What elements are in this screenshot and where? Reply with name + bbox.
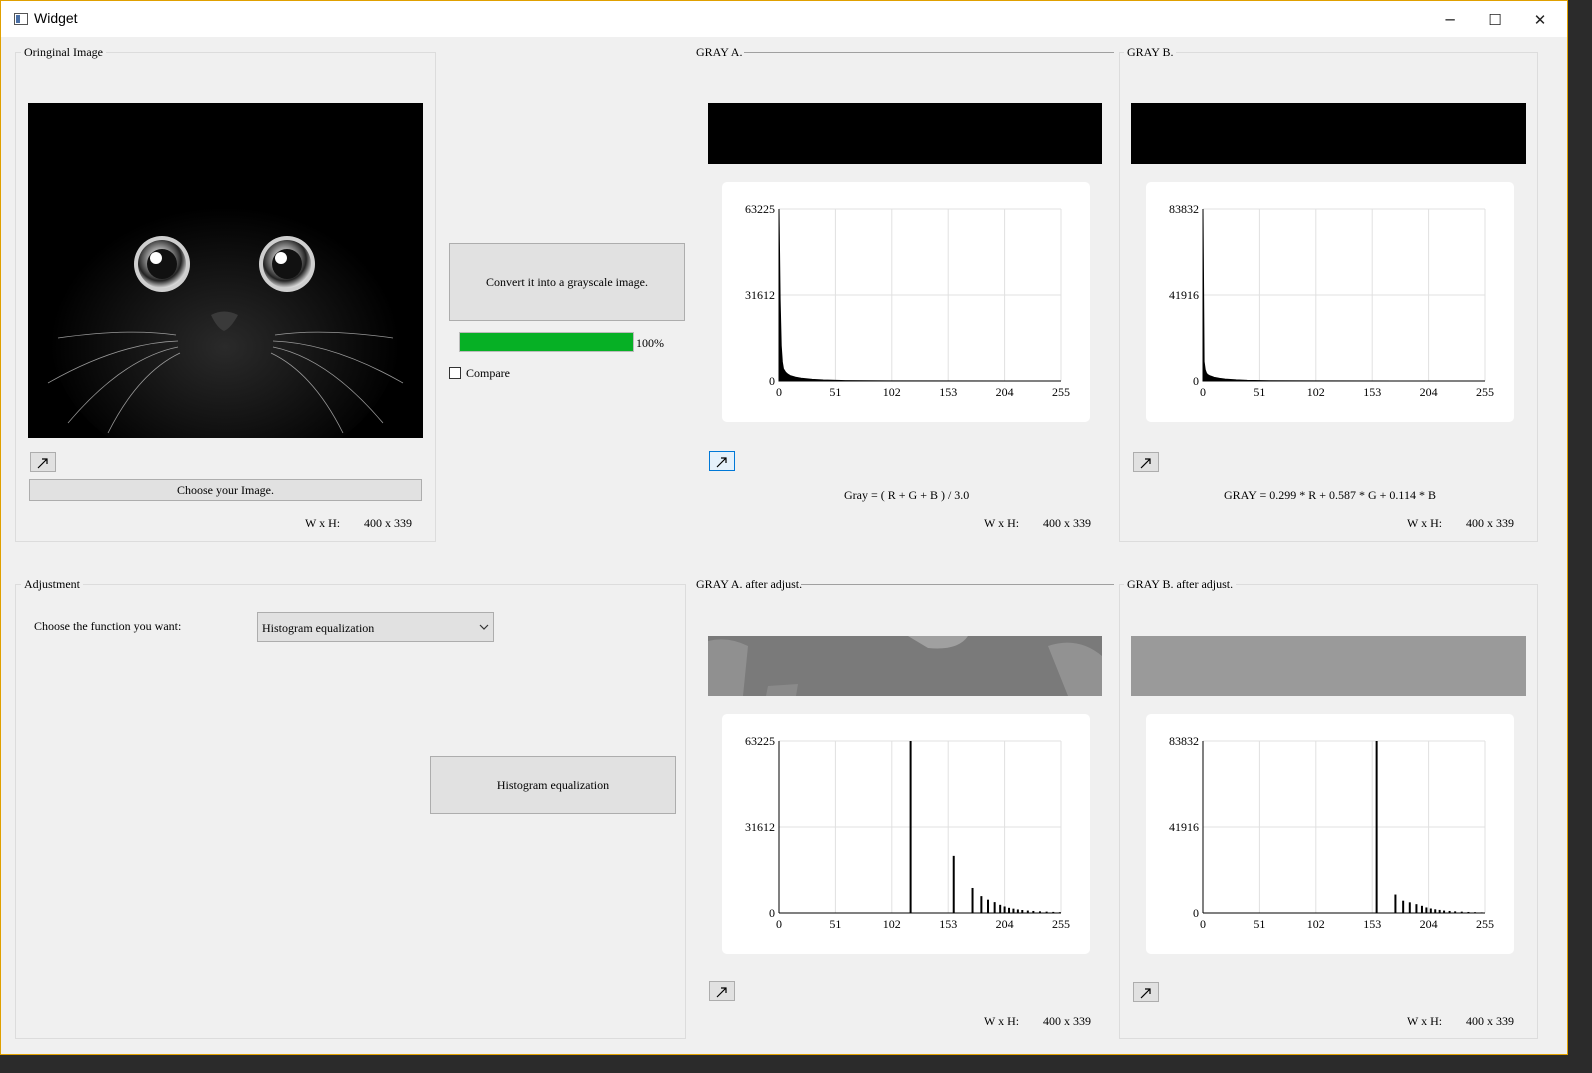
cat-image — [28, 103, 423, 473]
x-tick-label: 0 — [776, 385, 782, 399]
expand-arrow-icon — [1140, 988, 1151, 999]
y-tick-label: 63225 — [745, 734, 775, 748]
close-button[interactable]: ✕ — [1528, 9, 1552, 31]
expand-gray-a-button[interactable] — [709, 451, 735, 471]
expand-arrow-icon — [37, 458, 48, 469]
x-tick-label: 0 — [1200, 385, 1206, 399]
gray-a-adj-image — [708, 636, 1102, 696]
function-select-value: Histogram equalization — [262, 621, 375, 635]
gray-b-adj-group-title: GRAY B. after adjust. — [1124, 577, 1237, 591]
gray-a-adj-texture — [708, 636, 1102, 696]
compare-checkbox[interactable] — [449, 367, 461, 379]
gray-b-adj-wh-value: 400 x 339 — [1466, 1014, 1514, 1028]
x-tick-label: 204 — [996, 385, 1014, 399]
gray-b-image — [1131, 103, 1526, 164]
x-tick-label: 255 — [1052, 385, 1070, 399]
chevron-down-icon — [479, 624, 489, 630]
main-window: Widget ─ ☐ ✕ Oringinal Image Choose your… — [0, 0, 1568, 1055]
y-tick-label: 83832 — [1169, 734, 1199, 748]
compare-label: Compare — [466, 366, 510, 380]
x-tick-label: 204 — [1420, 917, 1438, 931]
gray-a-wh-value: 400 x 339 — [1043, 516, 1091, 530]
y-tick-label: 31612 — [745, 820, 775, 834]
maximize-button[interactable]: ☐ — [1483, 9, 1507, 31]
y-tick-label: 41916 — [1169, 288, 1199, 302]
x-tick-label: 255 — [1052, 917, 1070, 931]
gray-b-adj-image — [1131, 636, 1526, 696]
y-tick-label: 0 — [1193, 906, 1199, 920]
x-tick-label: 51 — [829, 917, 841, 931]
original-wh-label: W x H: — [305, 516, 341, 530]
gray-b-formula: GRAY = 0.299 * R + 0.587 * G + 0.114 * B — [1224, 488, 1436, 502]
x-tick-label: 102 — [883, 917, 901, 931]
progress-text: 100% — [636, 336, 664, 350]
progress-fill — [460, 333, 633, 351]
x-tick-label: 102 — [1307, 917, 1325, 931]
adjustment-group-title: Adjustment — [21, 577, 83, 591]
gray-a-adj-wh-value: 400 x 339 — [1043, 1014, 1091, 1028]
x-tick-label: 102 — [1307, 385, 1325, 399]
x-tick-label: 153 — [1363, 385, 1381, 399]
expand-gray-b-adj-button[interactable] — [1133, 982, 1159, 1002]
gray-a-group-title: GRAY A. — [693, 45, 746, 59]
gray-b-wh-label: W x H: — [1407, 516, 1443, 530]
x-tick-label: 204 — [1420, 385, 1438, 399]
y-tick-label: 83832 — [1169, 202, 1199, 216]
x-tick-label: 153 — [939, 917, 957, 931]
gray-a-image — [708, 103, 1102, 164]
x-tick-label: 51 — [1253, 917, 1265, 931]
x-tick-label: 0 — [1200, 917, 1206, 931]
y-tick-label: 31612 — [745, 288, 775, 302]
gray-a-wh-label: W x H: — [984, 516, 1020, 530]
gray-b-group-title: GRAY B. — [1124, 45, 1177, 59]
window-app-icon — [14, 13, 28, 25]
function-select[interactable]: Histogram equalization — [257, 612, 494, 642]
x-tick-label: 153 — [939, 385, 957, 399]
x-tick-label: 255 — [1476, 385, 1494, 399]
expand-gray-b-button[interactable] — [1133, 452, 1159, 472]
expand-original-button[interactable] — [30, 452, 56, 472]
x-tick-label: 51 — [829, 385, 841, 399]
original-image — [28, 103, 423, 473]
gray-a-adj-wh-label: W x H: — [984, 1014, 1020, 1028]
expand-arrow-icon — [716, 987, 727, 998]
original-group-title: Oringinal Image — [21, 45, 106, 59]
x-tick-label: 0 — [776, 917, 782, 931]
y-tick-label: 0 — [769, 906, 775, 920]
window-title: Widget — [34, 10, 78, 26]
x-tick-label: 255 — [1476, 917, 1494, 931]
gray-a-adj-histogram: 0 51 102 153 204 255 0 31612 63225 — [722, 714, 1090, 954]
x-tick-label: 51 — [1253, 385, 1265, 399]
gray-a-formula: Gray = ( R + G + B ) / 3.0 — [844, 488, 970, 502]
y-tick-label: 63225 — [745, 202, 775, 216]
gray-b-histogram: 0 51 102 153 204 255 0 41916 83832 — [1146, 182, 1514, 422]
original-wh-value: 400 x 339 — [364, 516, 412, 530]
gray-a-histogram: 0 51 102 153 204 255 0 31612 63225 — [722, 182, 1090, 422]
gray-b-adj-wh-label: W x H: — [1407, 1014, 1443, 1028]
gray-a-adj-group-line — [801, 584, 1114, 585]
gray-b-wh-value: 400 x 339 — [1466, 516, 1514, 530]
y-tick-label: 0 — [1193, 374, 1199, 388]
x-tick-label: 102 — [883, 385, 901, 399]
expand-gray-a-adj-button[interactable] — [709, 981, 735, 1001]
y-tick-label: 41916 — [1169, 820, 1199, 834]
convert-grayscale-button[interactable]: Convert it into a grayscale image. — [449, 243, 685, 321]
choose-image-button[interactable]: Choose your Image. — [29, 479, 422, 501]
x-tick-label: 204 — [996, 917, 1014, 931]
choose-function-label: Choose the function you want: — [34, 619, 182, 633]
y-tick-label: 0 — [769, 374, 775, 388]
x-tick-label: 153 — [1363, 917, 1381, 931]
expand-arrow-icon — [1140, 458, 1151, 469]
gray-a-adj-group-title: GRAY A. after adjust. — [693, 577, 806, 591]
gray-b-adj-histogram: 0 51 102 153 204 255 0 41916 83832 — [1146, 714, 1514, 954]
convert-progress-bar — [459, 332, 634, 352]
gray-a-group-line — [744, 52, 1114, 53]
title-bar[interactable]: Widget ─ ☐ ✕ — [1, 1, 1567, 37]
minimize-button[interactable]: ─ — [1438, 9, 1462, 31]
expand-arrow-icon — [716, 457, 727, 468]
histogram-equalization-button[interactable]: Histogram equalization — [430, 756, 676, 814]
